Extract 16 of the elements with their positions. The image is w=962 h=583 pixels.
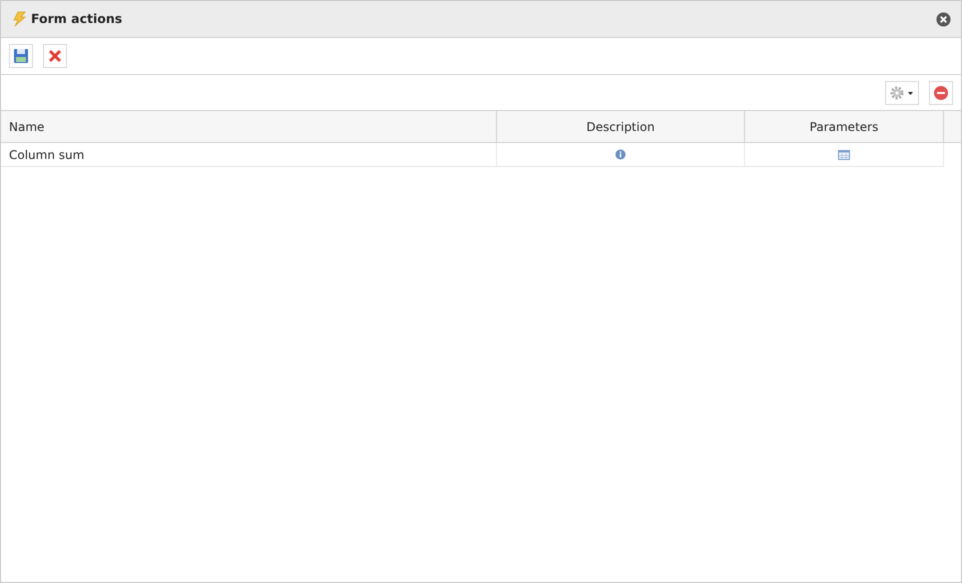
window-title: Form actions [31,10,122,28]
lightning-icon [11,11,27,27]
close-icon[interactable] [936,12,951,26]
save-button[interactable] [9,44,33,68]
column-header[interactable]: Parameters [745,111,944,143]
column-header[interactable]: Description [497,111,745,143]
table-cell: Column sum [1,143,497,167]
cross-icon [48,49,62,63]
table-icon[interactable] [838,150,850,160]
info-icon[interactable] [615,149,626,160]
settings-dropdown-button[interactable] [885,80,919,104]
delete-button[interactable] [43,44,67,68]
minus-circle-icon [933,84,949,100]
gear-dropdown-icon [889,84,915,100]
remove-button[interactable] [929,80,953,104]
column-header[interactable]: Name [1,111,497,143]
